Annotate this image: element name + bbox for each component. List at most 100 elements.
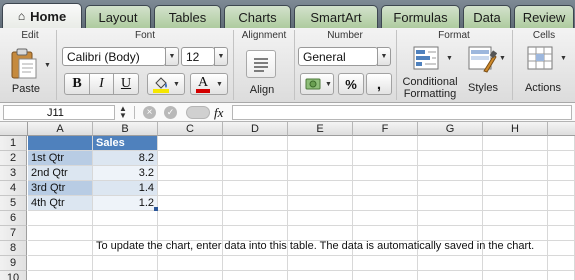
grid-cell[interactable] [418, 271, 483, 280]
tab-review[interactable]: Review [514, 5, 574, 28]
grid-cell[interactable] [158, 211, 223, 226]
grid-cell[interactable] [353, 271, 418, 280]
grid-cell[interactable] [223, 256, 288, 271]
grid-cell[interactable] [353, 256, 418, 271]
grid-cell[interactable] [483, 226, 548, 241]
row-header[interactable]: 5 [0, 196, 27, 211]
cell-a4-label[interactable]: 3rd Qtr [28, 181, 93, 196]
grid-cell[interactable] [418, 166, 483, 181]
grid-cell[interactable] [288, 136, 353, 151]
grid-cell[interactable] [158, 196, 223, 211]
grid-cell[interactable] [483, 136, 548, 151]
grid-cell[interactable] [353, 166, 418, 181]
grid-cell[interactable] [223, 226, 288, 241]
cell-b5-value[interactable]: 1.2 [93, 196, 158, 211]
grid-cell[interactable] [483, 151, 548, 166]
grid-cell[interactable] [353, 211, 418, 226]
column-header-c[interactable]: C [158, 122, 223, 136]
bold-button[interactable]: B [64, 73, 90, 95]
grid-cell[interactable] [418, 256, 483, 271]
grid-cell[interactable] [483, 256, 548, 271]
conditional-dropdown-icon[interactable]: ▼ [446, 55, 453, 62]
grid-cell[interactable] [418, 136, 483, 151]
grid-cell[interactable] [288, 196, 353, 211]
column-header-f[interactable]: F [353, 122, 418, 136]
grid-cell[interactable] [223, 196, 288, 211]
tab-data[interactable]: Data [463, 5, 511, 28]
paste-button[interactable]: ▼ Paste [6, 44, 52, 100]
select-all-corner[interactable] [0, 122, 28, 136]
grid-cell[interactable] [548, 136, 575, 151]
comma-style-button[interactable]: , [366, 73, 392, 95]
grid-cell[interactable] [158, 271, 223, 280]
grid-cell[interactable] [483, 211, 548, 226]
grid-cell[interactable] [353, 226, 418, 241]
grid-cell[interactable] [288, 256, 353, 271]
grid-cell[interactable] [418, 181, 483, 196]
accounting-format-button[interactable]: ▼ [300, 73, 334, 95]
grid-cell[interactable] [548, 196, 575, 211]
grid-cell[interactable] [158, 256, 223, 271]
column-header-a[interactable]: A [28, 122, 93, 136]
column-header-b[interactable]: B [93, 122, 158, 136]
row-header[interactable]: 8 [0, 241, 27, 256]
grid-cell[interactable] [223, 211, 288, 226]
grid-cell[interactable] [353, 136, 418, 151]
number-format-field[interactable]: General [298, 47, 378, 66]
font-color-dropdown-icon[interactable]: ▼ [216, 81, 223, 88]
cell-b4-value[interactable]: 1.4 [93, 181, 158, 196]
grid-cell[interactable] [288, 166, 353, 181]
row-header[interactable]: 6 [0, 211, 27, 226]
row-header[interactable]: 4 [0, 181, 27, 196]
grid-cell[interactable] [288, 211, 353, 226]
grid-cell[interactable] [288, 226, 353, 241]
grid-cell[interactable] [548, 271, 575, 280]
row-header[interactable]: 1 [0, 136, 27, 151]
formula-input[interactable] [232, 105, 572, 120]
percent-style-button[interactable]: % [338, 73, 364, 95]
styles-button[interactable]: ▼ Styles [463, 42, 509, 102]
align-button[interactable]: Align [240, 46, 286, 102]
font-color-button[interactable]: A ▼ [190, 73, 228, 95]
grid-cell[interactable] [548, 241, 575, 256]
grid-cell[interactable] [288, 181, 353, 196]
column-header-e[interactable]: E [288, 122, 353, 136]
grid-cell[interactable] [483, 196, 548, 211]
cell-a2-label[interactable]: 1st Qtr [28, 151, 93, 166]
grid-cell[interactable] [158, 226, 223, 241]
formula-builder-toggle[interactable] [186, 106, 210, 119]
grid-cell[interactable] [223, 271, 288, 280]
grid-cell[interactable] [483, 181, 548, 196]
tab-home[interactable]: ⌂ Home [2, 3, 82, 28]
grid-cell[interactable] [93, 271, 158, 280]
tab-charts[interactable]: Charts [224, 5, 291, 28]
grid-cell[interactable] [288, 151, 353, 166]
paste-dropdown-icon[interactable]: ▼ [44, 62, 51, 69]
grid-cell[interactable] [28, 211, 93, 226]
grid-cell[interactable] [353, 181, 418, 196]
cell-a5-label[interactable]: 4th Qtr [28, 196, 93, 211]
cancel-icon[interactable]: × [143, 106, 156, 119]
column-header-d[interactable]: D [223, 122, 288, 136]
grid-cell[interactable] [223, 166, 288, 181]
italic-button[interactable]: I [89, 73, 114, 95]
accounting-dropdown-icon[interactable]: ▼ [325, 81, 332, 88]
tab-layout[interactable]: Layout [85, 5, 151, 28]
grid-cell[interactable] [288, 271, 353, 280]
name-box-stepper-icon[interactable]: ▲ ▼ [119, 105, 127, 120]
fx-icon[interactable]: fx [214, 105, 223, 121]
grid-cell[interactable] [548, 181, 575, 196]
grid-cell[interactable] [223, 136, 288, 151]
cell-a3-label[interactable]: 2nd Qtr [28, 166, 93, 181]
font-size-field[interactable]: 12 [181, 47, 215, 66]
grid-cell[interactable] [483, 166, 548, 181]
row-header[interactable]: 10 [0, 271, 27, 280]
grid-cell[interactable] [223, 181, 288, 196]
column-header-g[interactable]: G [418, 122, 483, 136]
grid-cell[interactable] [28, 271, 93, 280]
cell-b1-header[interactable]: Sales [93, 136, 158, 151]
grid-cell[interactable] [28, 226, 93, 241]
grid-cell[interactable] [418, 196, 483, 211]
conditional-formatting-button[interactable]: ▼ Conditional Formatting [400, 42, 462, 102]
cell-b2-value[interactable]: 8.2 [93, 151, 158, 166]
